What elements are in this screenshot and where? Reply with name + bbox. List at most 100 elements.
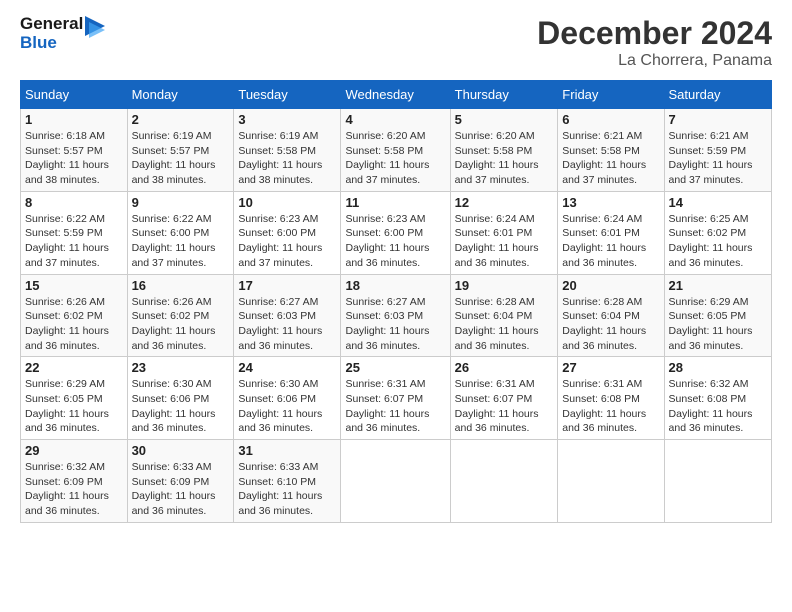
- week-row-5: 29 Sunrise: 6:32 AMSunset: 6:09 PMDaylig…: [21, 440, 772, 523]
- day-info: Sunrise: 6:21 AMSunset: 5:58 PMDaylight:…: [562, 130, 646, 186]
- day-number: 29: [25, 443, 123, 458]
- day-cell: 31 Sunrise: 6:33 AMSunset: 6:10 PMDaylig…: [234, 440, 341, 523]
- week-row-4: 22 Sunrise: 6:29 AMSunset: 6:05 PMDaylig…: [21, 357, 772, 440]
- day-number: 17: [238, 278, 336, 293]
- day-number: 18: [345, 278, 445, 293]
- day-cell: 12 Sunrise: 6:24 AMSunset: 6:01 PMDaylig…: [450, 191, 558, 274]
- day-cell: 2 Sunrise: 6:19 AMSunset: 5:57 PMDayligh…: [127, 109, 234, 192]
- col-wednesday: Wednesday: [341, 81, 450, 109]
- day-number: 2: [132, 112, 230, 127]
- day-number: 30: [132, 443, 230, 458]
- header: General Blue December 2024 La Chorrera, …: [20, 15, 772, 70]
- day-number: 25: [345, 360, 445, 375]
- day-cell: 11 Sunrise: 6:23 AMSunset: 6:00 PMDaylig…: [341, 191, 450, 274]
- day-number: 20: [562, 278, 659, 293]
- day-number: 6: [562, 112, 659, 127]
- day-info: Sunrise: 6:24 AMSunset: 6:01 PMDaylight:…: [562, 213, 646, 269]
- day-cell: 23 Sunrise: 6:30 AMSunset: 6:06 PMDaylig…: [127, 357, 234, 440]
- day-number: 16: [132, 278, 230, 293]
- day-number: 9: [132, 195, 230, 210]
- day-cell: 24 Sunrise: 6:30 AMSunset: 6:06 PMDaylig…: [234, 357, 341, 440]
- day-cell: 16 Sunrise: 6:26 AMSunset: 6:02 PMDaylig…: [127, 274, 234, 357]
- day-info: Sunrise: 6:31 AMSunset: 6:07 PMDaylight:…: [345, 378, 429, 434]
- day-number: 10: [238, 195, 336, 210]
- col-saturday: Saturday: [664, 81, 771, 109]
- col-sunday: Sunday: [21, 81, 128, 109]
- location: La Chorrera, Panama: [537, 52, 772, 70]
- day-number: 24: [238, 360, 336, 375]
- day-cell: 28 Sunrise: 6:32 AMSunset: 6:08 PMDaylig…: [664, 357, 771, 440]
- day-number: 1: [25, 112, 123, 127]
- day-number: 12: [455, 195, 554, 210]
- day-info: Sunrise: 6:23 AMSunset: 6:00 PMDaylight:…: [345, 213, 429, 269]
- day-info: Sunrise: 6:33 AMSunset: 6:09 PMDaylight:…: [132, 461, 216, 517]
- day-info: Sunrise: 6:22 AMSunset: 6:00 PMDaylight:…: [132, 213, 216, 269]
- day-info: Sunrise: 6:28 AMSunset: 6:04 PMDaylight:…: [455, 296, 539, 352]
- day-info: Sunrise: 6:20 AMSunset: 5:58 PMDaylight:…: [345, 130, 429, 186]
- day-info: Sunrise: 6:30 AMSunset: 6:06 PMDaylight:…: [238, 378, 322, 434]
- day-info: Sunrise: 6:26 AMSunset: 6:02 PMDaylight:…: [25, 296, 109, 352]
- day-info: Sunrise: 6:22 AMSunset: 5:59 PMDaylight:…: [25, 213, 109, 269]
- day-number: 26: [455, 360, 554, 375]
- day-number: 22: [25, 360, 123, 375]
- day-info: Sunrise: 6:19 AMSunset: 5:57 PMDaylight:…: [132, 130, 216, 186]
- calendar: Sunday Monday Tuesday Wednesday Thursday…: [20, 80, 772, 523]
- day-cell: 13 Sunrise: 6:24 AMSunset: 6:01 PMDaylig…: [558, 191, 664, 274]
- day-cell: 21 Sunrise: 6:29 AMSunset: 6:05 PMDaylig…: [664, 274, 771, 357]
- col-thursday: Thursday: [450, 81, 558, 109]
- day-cell: 1 Sunrise: 6:18 AMSunset: 5:57 PMDayligh…: [21, 109, 128, 192]
- day-number: 4: [345, 112, 445, 127]
- day-cell: [558, 440, 664, 523]
- day-info: Sunrise: 6:32 AMSunset: 6:08 PMDaylight:…: [669, 378, 753, 434]
- day-cell: [341, 440, 450, 523]
- day-info: Sunrise: 6:31 AMSunset: 6:08 PMDaylight:…: [562, 378, 646, 434]
- header-row: Sunday Monday Tuesday Wednesday Thursday…: [21, 81, 772, 109]
- day-cell: 17 Sunrise: 6:27 AMSunset: 6:03 PMDaylig…: [234, 274, 341, 357]
- col-tuesday: Tuesday: [234, 81, 341, 109]
- day-number: 15: [25, 278, 123, 293]
- day-number: 3: [238, 112, 336, 127]
- day-info: Sunrise: 6:33 AMSunset: 6:10 PMDaylight:…: [238, 461, 322, 517]
- day-info: Sunrise: 6:19 AMSunset: 5:58 PMDaylight:…: [238, 130, 322, 186]
- day-cell: 7 Sunrise: 6:21 AMSunset: 5:59 PMDayligh…: [664, 109, 771, 192]
- day-number: 19: [455, 278, 554, 293]
- week-row-2: 8 Sunrise: 6:22 AMSunset: 5:59 PMDayligh…: [21, 191, 772, 274]
- day-info: Sunrise: 6:24 AMSunset: 6:01 PMDaylight:…: [455, 213, 539, 269]
- day-cell: 22 Sunrise: 6:29 AMSunset: 6:05 PMDaylig…: [21, 357, 128, 440]
- day-number: 21: [669, 278, 767, 293]
- day-number: 31: [238, 443, 336, 458]
- day-number: 8: [25, 195, 123, 210]
- day-number: 14: [669, 195, 767, 210]
- day-number: 28: [669, 360, 767, 375]
- col-monday: Monday: [127, 81, 234, 109]
- day-number: 7: [669, 112, 767, 127]
- day-cell: 15 Sunrise: 6:26 AMSunset: 6:02 PMDaylig…: [21, 274, 128, 357]
- col-friday: Friday: [558, 81, 664, 109]
- day-cell: 14 Sunrise: 6:25 AMSunset: 6:02 PMDaylig…: [664, 191, 771, 274]
- day-cell: 6 Sunrise: 6:21 AMSunset: 5:58 PMDayligh…: [558, 109, 664, 192]
- day-info: Sunrise: 6:27 AMSunset: 6:03 PMDaylight:…: [238, 296, 322, 352]
- day-cell: [450, 440, 558, 523]
- day-cell: 5 Sunrise: 6:20 AMSunset: 5:58 PMDayligh…: [450, 109, 558, 192]
- day-cell: [664, 440, 771, 523]
- day-cell: 29 Sunrise: 6:32 AMSunset: 6:09 PMDaylig…: [21, 440, 128, 523]
- day-cell: 4 Sunrise: 6:20 AMSunset: 5:58 PMDayligh…: [341, 109, 450, 192]
- week-row-3: 15 Sunrise: 6:26 AMSunset: 6:02 PMDaylig…: [21, 274, 772, 357]
- day-info: Sunrise: 6:29 AMSunset: 6:05 PMDaylight:…: [25, 378, 109, 434]
- day-info: Sunrise: 6:26 AMSunset: 6:02 PMDaylight:…: [132, 296, 216, 352]
- day-cell: 25 Sunrise: 6:31 AMSunset: 6:07 PMDaylig…: [341, 357, 450, 440]
- day-number: 27: [562, 360, 659, 375]
- day-cell: 8 Sunrise: 6:22 AMSunset: 5:59 PMDayligh…: [21, 191, 128, 274]
- day-number: 13: [562, 195, 659, 210]
- day-info: Sunrise: 6:18 AMSunset: 5:57 PMDaylight:…: [25, 130, 109, 186]
- day-cell: 3 Sunrise: 6:19 AMSunset: 5:58 PMDayligh…: [234, 109, 341, 192]
- month-title: December 2024: [537, 15, 772, 52]
- day-info: Sunrise: 6:21 AMSunset: 5:59 PMDaylight:…: [669, 130, 753, 186]
- logo-triangle-icon: [85, 16, 105, 46]
- week-row-1: 1 Sunrise: 6:18 AMSunset: 5:57 PMDayligh…: [21, 109, 772, 192]
- day-number: 11: [345, 195, 445, 210]
- day-info: Sunrise: 6:27 AMSunset: 6:03 PMDaylight:…: [345, 296, 429, 352]
- page: General Blue December 2024 La Chorrera, …: [0, 0, 792, 612]
- day-info: Sunrise: 6:32 AMSunset: 6:09 PMDaylight:…: [25, 461, 109, 517]
- day-cell: 30 Sunrise: 6:33 AMSunset: 6:09 PMDaylig…: [127, 440, 234, 523]
